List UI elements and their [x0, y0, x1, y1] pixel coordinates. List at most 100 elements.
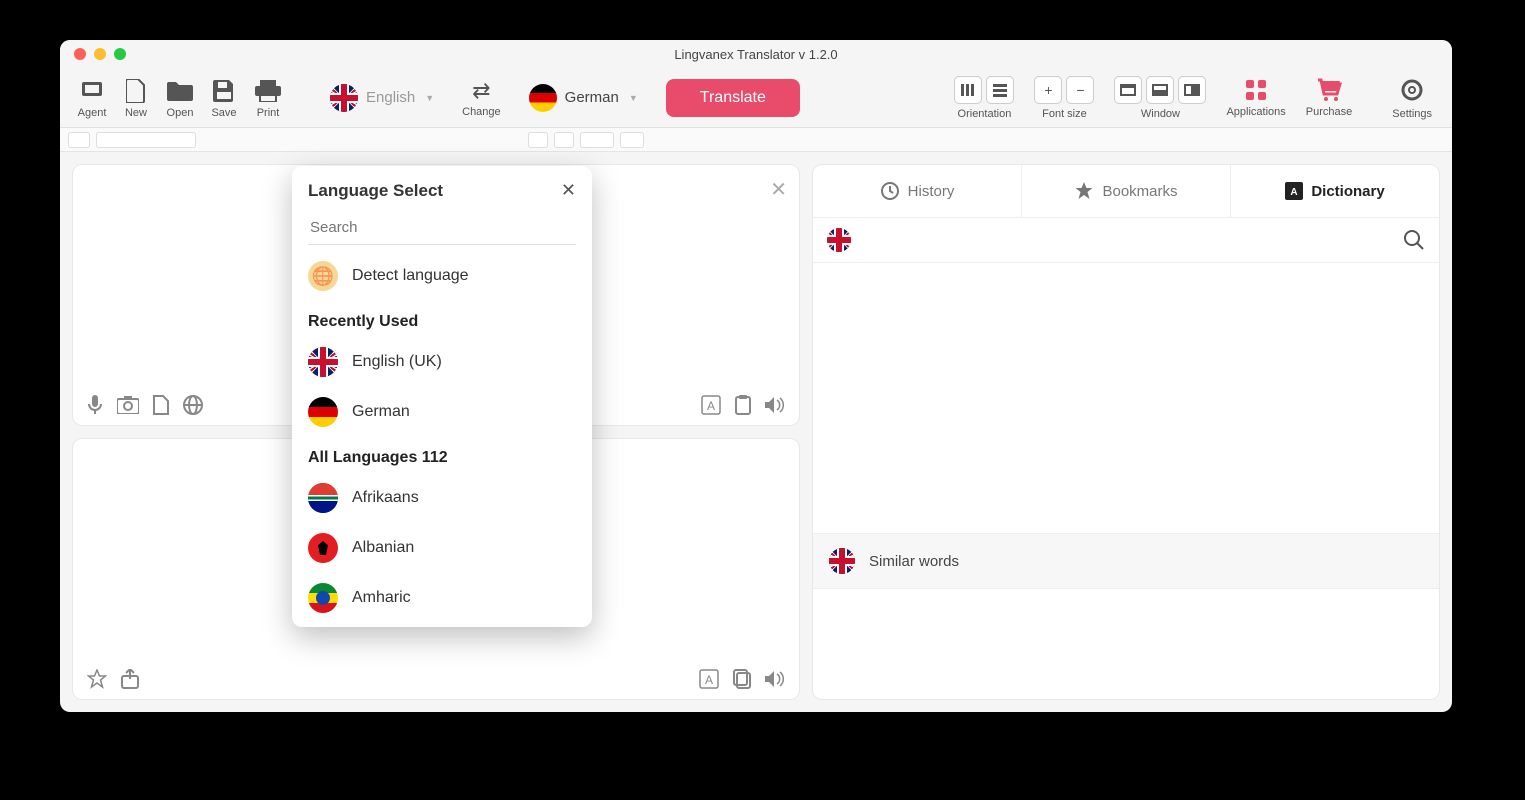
minimize-window-button[interactable] [94, 48, 106, 60]
de-flag-icon [308, 397, 338, 427]
side-column: History Bookmarks A Dictionary [812, 152, 1452, 712]
language-option-german[interactable]: German [292, 387, 592, 437]
fontsize-increase-button[interactable]: + [1034, 76, 1062, 104]
star-icon[interactable] [87, 669, 107, 689]
de-flag-icon [529, 84, 557, 112]
window-layout-group: Window [1114, 76, 1206, 120]
translate-button[interactable]: Translate [666, 79, 800, 117]
dictionary-icon: A [1285, 182, 1303, 200]
document-icon[interactable] [153, 395, 169, 415]
language-selector-area: English ▼ ⇄ Change German ▼ Translate [320, 78, 800, 118]
star-icon [1074, 181, 1094, 201]
svg-text:A: A [705, 673, 713, 687]
copy-icon[interactable] [733, 669, 751, 689]
svg-text:A: A [707, 399, 715, 413]
uk-flag-icon [827, 228, 851, 252]
uk-flag-icon [829, 548, 855, 574]
print-button[interactable]: Print [246, 70, 290, 126]
speaker-icon[interactable] [765, 670, 785, 688]
orientation-rows-button[interactable] [986, 76, 1014, 104]
speaker-icon[interactable] [765, 396, 785, 414]
tab-bookmarks[interactable]: Bookmarks [1022, 165, 1231, 217]
folder-icon [166, 77, 194, 105]
save-button[interactable]: Save [202, 70, 246, 126]
detect-language-option[interactable]: Detect language [292, 251, 592, 301]
apps-icon [1244, 78, 1268, 102]
language-search-input[interactable] [308, 211, 576, 244]
popover-title: Language Select [308, 181, 443, 201]
target-language-selector[interactable]: German ▼ [519, 80, 648, 116]
new-button[interactable]: New [114, 70, 158, 126]
language-option-afrikaans[interactable]: Afrikaans [292, 473, 592, 523]
purchase-button[interactable]: Purchase [1306, 78, 1352, 118]
share-icon[interactable] [121, 669, 139, 689]
clear-source-button[interactable]: ✕ [770, 177, 787, 202]
save-icon [210, 77, 238, 105]
tab-history[interactable]: History [813, 165, 1022, 217]
dictionary-search-row [813, 218, 1439, 263]
et-flag-icon [308, 583, 338, 613]
tab-dictionary[interactable]: A Dictionary [1231, 165, 1439, 217]
microphone-icon[interactable] [87, 395, 103, 415]
applications-button[interactable]: Applications [1226, 78, 1285, 118]
file-icon [122, 77, 150, 105]
orientation-columns-button[interactable] [954, 76, 982, 104]
globe-icon[interactable] [183, 395, 203, 415]
language-option-amharic[interactable]: Amharic [292, 573, 592, 627]
language-option-albanian[interactable]: Albanian [292, 523, 592, 573]
format-control[interactable] [580, 132, 614, 148]
search-icon[interactable] [1403, 229, 1425, 251]
format-control[interactable] [528, 132, 548, 148]
gear-icon [1398, 76, 1426, 104]
print-icon [254, 77, 282, 105]
chevron-down-icon: ▼ [629, 93, 638, 103]
camera-icon[interactable] [117, 396, 139, 414]
layout-3-button[interactable] [1178, 76, 1206, 104]
app-window: Lingvanex Translator v 1.2.0 Agent New O… [60, 40, 1452, 712]
layout-1-button[interactable] [1114, 76, 1142, 104]
language-select-popover: Language Select ✕ Detect language Recent… [292, 166, 592, 627]
orientation-group: Orientation [954, 76, 1014, 120]
swap-icon: ⇄ [472, 78, 490, 104]
side-panel: History Bookmarks A Dictionary [812, 164, 1440, 700]
formatting-bar [60, 128, 1452, 152]
swap-languages-button[interactable]: ⇄ Change [462, 78, 501, 118]
uk-flag-icon [308, 347, 338, 377]
open-button[interactable]: Open [158, 70, 202, 126]
close-window-button[interactable] [74, 48, 86, 60]
dictionary-body [813, 263, 1439, 533]
traffic-lights [60, 48, 126, 60]
right-toolbar: Orientation + − Font size Window App [944, 76, 1442, 120]
window-title: Lingvanex Translator v 1.2.0 [60, 47, 1452, 62]
format-control[interactable] [68, 132, 90, 148]
za-flag-icon [308, 483, 338, 513]
chevron-down-icon: ▼ [425, 93, 434, 103]
all-section-header: All Languages 112 [292, 437, 592, 473]
format-control[interactable] [620, 132, 644, 148]
clipboard-icon[interactable] [735, 395, 751, 415]
main-toolbar: Agent New Open Save Print English ▼ ⇄ [60, 68, 1452, 128]
main-content: ✕ A A [60, 152, 1452, 712]
side-tabs: History Bookmarks A Dictionary [813, 165, 1439, 218]
language-option-english-uk[interactable]: English (UK) [292, 337, 592, 387]
dictionary-footer [813, 589, 1439, 699]
agent-icon [78, 77, 106, 105]
settings-button[interactable]: Settings [1392, 76, 1432, 120]
titlebar: Lingvanex Translator v 1.2.0 [60, 40, 1452, 68]
cart-icon [1316, 78, 1342, 102]
source-language-selector[interactable]: English ▼ [320, 80, 444, 116]
globe-icon [308, 261, 338, 291]
layout-2-button[interactable] [1146, 76, 1174, 104]
transliterate-icon[interactable]: A [701, 395, 721, 415]
uk-flag-icon [330, 84, 358, 112]
maximize-window-button[interactable] [114, 48, 126, 60]
close-popover-button[interactable]: ✕ [561, 180, 576, 201]
fontsize-decrease-button[interactable]: − [1066, 76, 1094, 104]
recent-section-header: Recently Used [292, 301, 592, 337]
format-control[interactable] [554, 132, 574, 148]
agent-button[interactable]: Agent [70, 70, 114, 126]
similar-words-row[interactable]: Similar words [813, 533, 1439, 589]
dictionary-search-input[interactable] [851, 228, 1403, 252]
transliterate-icon[interactable]: A [699, 669, 719, 689]
format-control[interactable] [96, 132, 196, 148]
